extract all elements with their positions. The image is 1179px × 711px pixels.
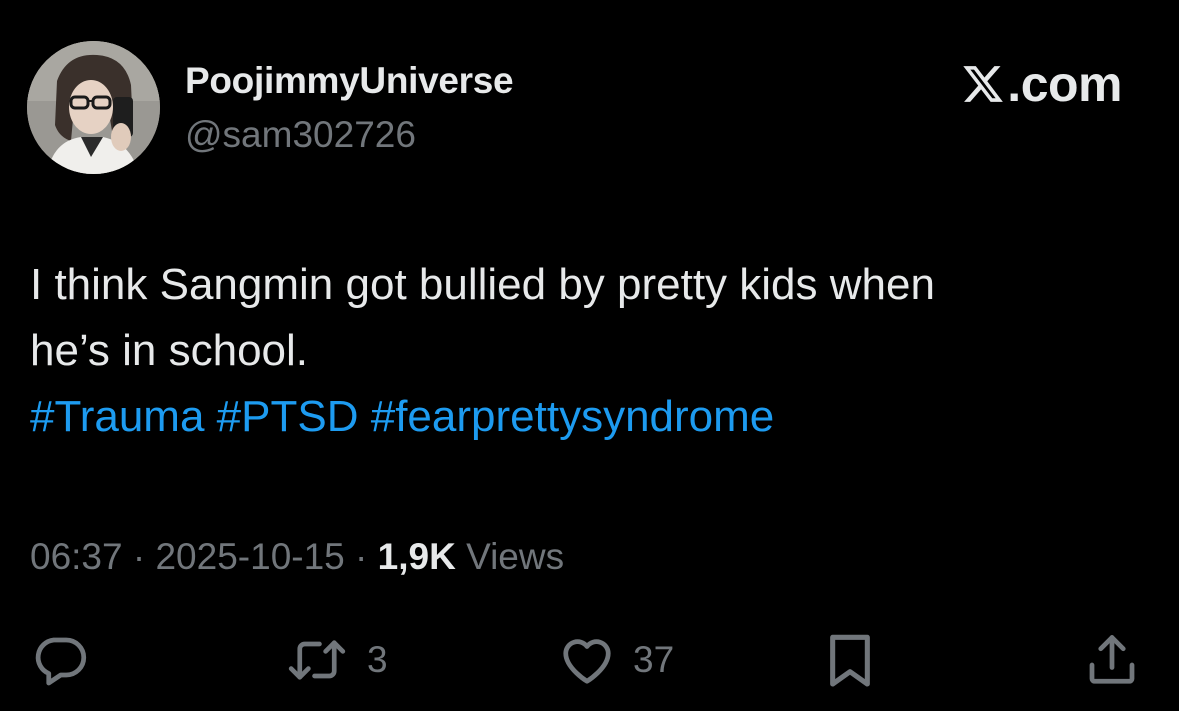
views-label: Views (466, 536, 565, 577)
tweet-time[interactable]: 06:37 (30, 536, 123, 577)
avatar[interactable] (27, 41, 160, 174)
brand-logo: .com (961, 56, 1122, 112)
meta-separator: · (132, 536, 146, 577)
author-display-name[interactable]: PoojimmyUniverse (185, 60, 514, 102)
reply-icon (35, 637, 87, 686)
like-count: 37 (633, 639, 675, 680)
meta-separator: · (355, 536, 368, 577)
views-count: 1,9K (377, 536, 456, 577)
tweet-date[interactable]: 2025-10-15 (155, 536, 344, 577)
like-button[interactable]: 37 (555, 620, 674, 700)
bookmark-icon (830, 634, 870, 687)
author-handle[interactable]: @sam302726 (185, 114, 416, 156)
action-bar: 3 37 (0, 620, 1179, 700)
hashtag-link[interactable]: #PTSD (217, 392, 359, 441)
hashtag-link[interactable]: #fearprettysyndrome (371, 392, 775, 441)
hashtag-row: #Trauma #PTSD #fearprettysyndrome (30, 384, 1150, 450)
avatar-image (27, 41, 160, 174)
tweet-text-line: he’s in school. (30, 326, 309, 375)
heart-icon (563, 639, 611, 684)
tweet-meta: 06:37 · 2025-10-15 · 1,9K Views (30, 536, 564, 578)
share-icon (1089, 635, 1135, 684)
bookmark-button[interactable] (818, 620, 882, 700)
tweet-text: I think Sangmin got bullied by pretty ki… (30, 252, 1150, 450)
retweet-icon (288, 640, 346, 680)
x-logo-icon (963, 66, 1004, 102)
hashtag-link[interactable]: #Trauma (30, 392, 204, 441)
tweet-text-line: I think Sangmin got bullied by pretty ki… (30, 260, 935, 309)
retweet-button[interactable]: 3 (285, 620, 388, 700)
reply-button[interactable] (30, 620, 90, 700)
tweet-card: PoojimmyUniverse @sam302726 .com I think… (0, 0, 1179, 711)
share-button[interactable] (1082, 620, 1142, 700)
brand-domain-text: .com (1007, 56, 1122, 112)
retweet-count: 3 (367, 639, 388, 680)
